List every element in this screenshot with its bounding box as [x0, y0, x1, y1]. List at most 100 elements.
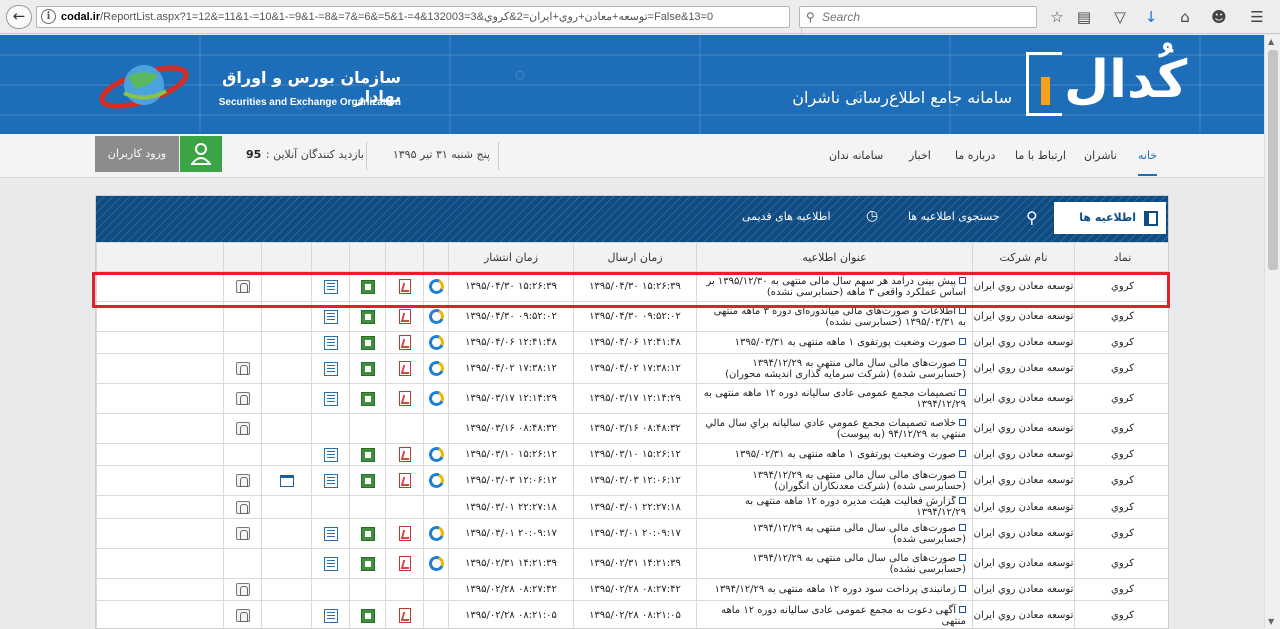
- word-icon[interactable]: [323, 335, 338, 350]
- title-text[interactable]: پیش بینی درآمد هر سهم سال مالی منتهی به …: [706, 276, 966, 298]
- tab-search[interactable]: جستجوی اطلاعیه ها: [908, 210, 1000, 223]
- menu-about[interactable]: درباره ما: [955, 149, 995, 162]
- menu-news[interactable]: اخبار: [909, 149, 931, 162]
- icon-cell[interactable]: [261, 465, 312, 496]
- icon-cell[interactable]: [311, 353, 350, 384]
- excel-icon[interactable]: [360, 335, 375, 350]
- ie-icon[interactable]: [426, 388, 446, 409]
- company-cell[interactable]: توسعه معادن روي ايران: [972, 383, 1075, 414]
- col-sent[interactable]: زمان ارسال: [573, 242, 697, 272]
- icon-cell[interactable]: [423, 353, 449, 384]
- menu-home[interactable]: خانه: [1138, 149, 1158, 176]
- icon-cell[interactable]: [385, 271, 424, 302]
- icon-cell[interactable]: [311, 465, 350, 496]
- title-text[interactable]: صورت‌های مالی سال مالی منتهی به ۱۳۹۴/۱۲/…: [725, 358, 966, 380]
- icon-cell[interactable]: [349, 600, 386, 628]
- icon-cell[interactable]: [223, 600, 262, 628]
- pdf-icon[interactable]: [398, 473, 411, 488]
- excel-icon[interactable]: [360, 391, 375, 406]
- attachment-icon[interactable]: [235, 422, 250, 435]
- icon-cell[interactable]: [349, 548, 386, 579]
- excel-icon[interactable]: [360, 556, 375, 571]
- symbol-cell[interactable]: كروي: [1074, 353, 1168, 384]
- table-row[interactable]: كروي توسعه معادن روي ايران تصمیمات مجمع عم…: [96, 383, 1168, 414]
- title-text[interactable]: صورت وضعیت پورتفوی ۱ ماهه منتهی به ۱۳۹۵/…: [735, 449, 956, 460]
- icon-cell[interactable]: [311, 443, 350, 466]
- title-link[interactable]: خلاصه تصميمات مجمع عمومي عادي ساليانه بر…: [696, 413, 973, 444]
- pdf-icon[interactable]: [398, 556, 411, 571]
- company-cell[interactable]: توسعه معادن روي ايران: [972, 353, 1075, 384]
- vertical-scrollbar[interactable]: ▲ ▼: [1264, 35, 1280, 629]
- download-icon[interactable]: ↓: [1140, 6, 1162, 28]
- site-info-icon[interactable]: i: [41, 9, 56, 24]
- company-cell[interactable]: توسعه معادن روي ايران: [972, 301, 1075, 332]
- title-text[interactable]: گزارش فعالیت هیئت مدیره دوره ۱۲ ماهه منت…: [745, 497, 966, 518]
- symbol-cell[interactable]: كروي: [1074, 443, 1168, 466]
- word-icon[interactable]: [323, 447, 338, 462]
- icon-cell[interactable]: [349, 383, 386, 414]
- company-cell[interactable]: توسعه معادن روي ايران: [972, 331, 1075, 354]
- tab-letters[interactable]: اطلاعیه ها: [1054, 202, 1166, 234]
- attachment-icon[interactable]: [235, 392, 250, 405]
- icon-cell[interactable]: [385, 353, 424, 384]
- attachment-icon[interactable]: [235, 474, 250, 487]
- ie-icon[interactable]: [426, 553, 446, 574]
- table-row[interactable]: كروي توسعه معادن روي ايران گزارش فعالیت هی…: [96, 495, 1168, 519]
- icon-cell[interactable]: [423, 518, 449, 549]
- ie-icon[interactable]: [426, 358, 446, 379]
- company-cell[interactable]: توسعه معادن روي ايران: [972, 271, 1075, 302]
- title-link[interactable]: اطلاعات و صورت‌های مالی میاندوره‌ای دوره…: [696, 301, 973, 332]
- icon-cell[interactable]: [385, 518, 424, 549]
- icon-cell[interactable]: [385, 465, 424, 496]
- company-cell[interactable]: توسعه معادن روي ايران: [972, 578, 1075, 601]
- icon-cell[interactable]: [423, 271, 449, 302]
- symbol-cell[interactable]: كروي: [1074, 578, 1168, 601]
- title-text[interactable]: خلاصه تصميمات مجمع عمومي عادي ساليانه بر…: [705, 418, 966, 440]
- word-icon[interactable]: [323, 361, 338, 376]
- back-button[interactable]: ←: [6, 5, 32, 29]
- table-row[interactable]: كروي توسعه معادن روي ايران اطلاعات و صورت‌…: [96, 301, 1168, 332]
- icon-cell[interactable]: [311, 331, 350, 354]
- search-input[interactable]: ⚲ Search: [799, 6, 1037, 28]
- attachment-icon[interactable]: [235, 527, 250, 540]
- url-text[interactable]: codal.ir/ReportList.aspx?1=12&=11&1-=10&…: [61, 10, 761, 25]
- excel-icon[interactable]: [360, 526, 375, 541]
- icon-cell[interactable]: [311, 271, 350, 302]
- icon-cell[interactable]: [349, 271, 386, 302]
- icon-cell[interactable]: [311, 548, 350, 579]
- table-row[interactable]: كروي توسعه معادن روي ايران خلاصه تصميمات م…: [96, 413, 1168, 444]
- menu-icon[interactable]: ☰: [1246, 6, 1268, 28]
- attachment-icon[interactable]: [235, 500, 250, 514]
- icon-cell[interactable]: [223, 383, 262, 414]
- login-button[interactable]: ورود کاربران: [95, 136, 179, 172]
- col-company[interactable]: نام شرکت: [972, 242, 1075, 272]
- table-row[interactable]: كروي توسعه معادن روي ايران صورت وضعیت پورت…: [96, 331, 1168, 354]
- ie-icon[interactable]: [426, 444, 446, 465]
- excel-icon[interactable]: [360, 279, 375, 294]
- excel-icon[interactable]: [360, 608, 375, 623]
- table-row[interactable]: كروي توسعه معادن روي ايران پیش بینی درآمد …: [96, 271, 1168, 302]
- icon-cell[interactable]: [423, 548, 449, 579]
- title-text[interactable]: زمانبندی پرداخت سود دوره ۱۲ ماهه منتهی ب…: [715, 584, 956, 595]
- home-icon[interactable]: ⌂: [1174, 6, 1196, 28]
- title-link[interactable]: صورت‌های مالی سال مالی منتهی به ۱۳۹۴/۱۲/…: [696, 353, 973, 384]
- table-row[interactable]: كروي توسعه معادن روي ايران صورت وضعیت پورت…: [96, 443, 1168, 466]
- word-icon[interactable]: [323, 526, 338, 541]
- attachment-icon[interactable]: [235, 583, 250, 596]
- icon-cell[interactable]: [311, 518, 350, 549]
- symbol-cell[interactable]: كروي: [1074, 413, 1168, 444]
- icon-cell[interactable]: [349, 518, 386, 549]
- reading-list-icon[interactable]: ▤: [1073, 6, 1095, 28]
- title-link[interactable]: صورت‌های مالی سال مالی منتهی به ۱۳۹۴/۱۲/…: [696, 548, 973, 579]
- title-link[interactable]: پیش بینی درآمد هر سهم سال مالی منتهی به …: [696, 271, 973, 302]
- title-link[interactable]: صورت‌های مالی سال مالی منتهی به ۱۳۹۴/۱۲/…: [696, 465, 973, 496]
- ie-icon[interactable]: [426, 332, 446, 353]
- excel-icon[interactable]: [360, 447, 375, 462]
- table-row[interactable]: كروي توسعه معادن روي ايران صورت‌های مالی س…: [96, 548, 1168, 579]
- icon-cell[interactable]: [349, 353, 386, 384]
- star-icon[interactable]: ☆: [1046, 6, 1068, 28]
- attachment-icon[interactable]: [235, 609, 250, 622]
- emoji-icon[interactable]: ☻: [1208, 6, 1230, 28]
- symbol-cell[interactable]: كروي: [1074, 271, 1168, 302]
- excel-icon[interactable]: [360, 473, 375, 488]
